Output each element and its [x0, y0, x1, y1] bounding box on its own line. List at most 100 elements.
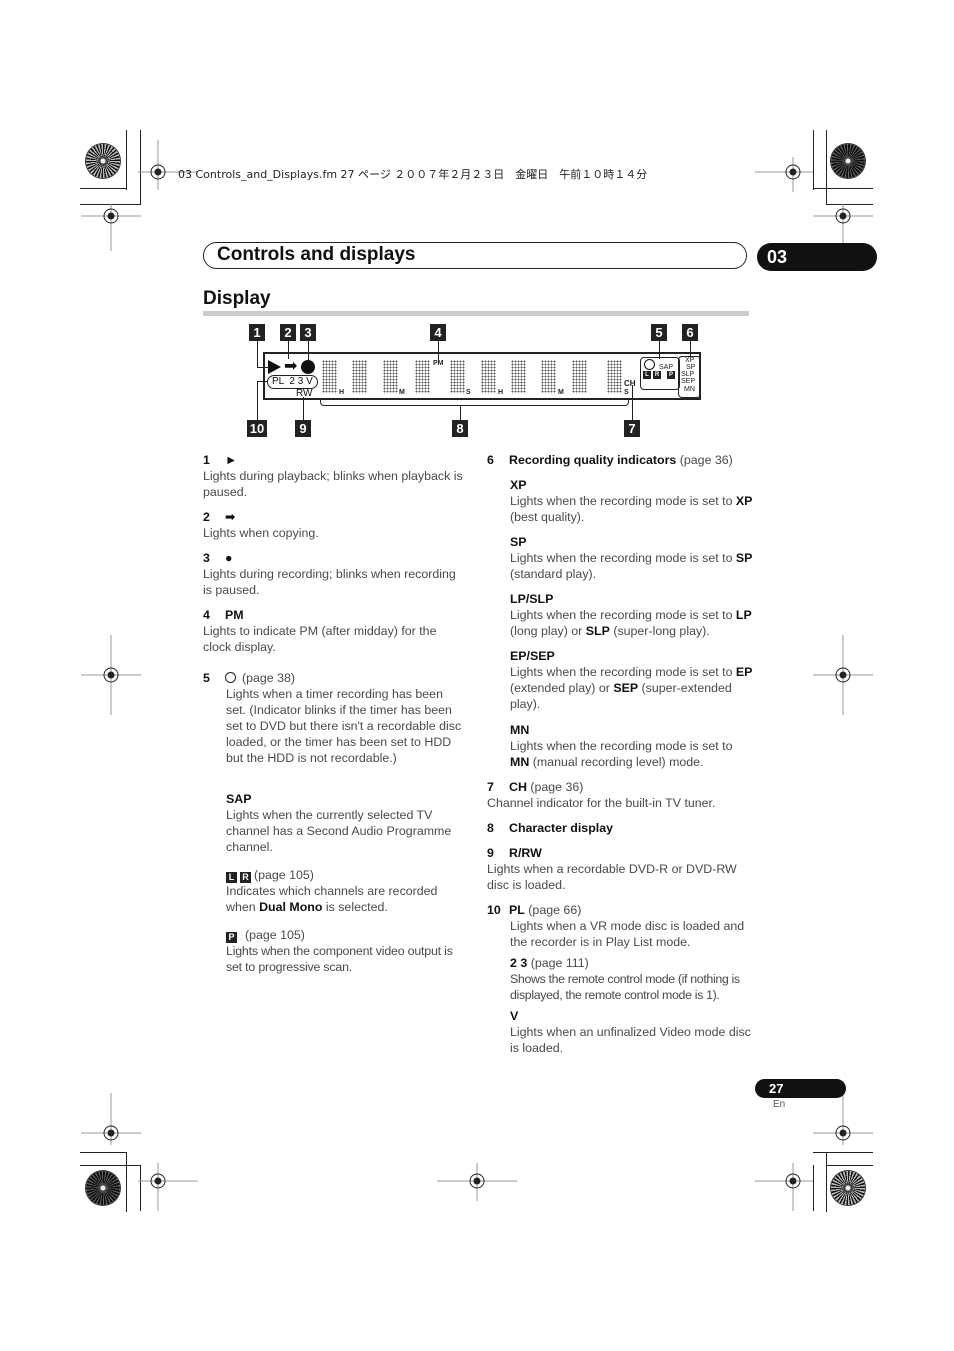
- progressive-icon: P: [667, 371, 675, 379]
- copy-arrow-icon: ➡: [284, 358, 298, 375]
- crosshair-icon: [138, 1163, 198, 1211]
- crop-mark: [80, 1165, 141, 1166]
- leader-line: [257, 341, 258, 368]
- pm-indicator: PM: [433, 360, 444, 367]
- item-8: 8 Character display: [487, 820, 757, 836]
- item-description: Lights when copying.: [203, 526, 319, 540]
- quality-sep: SEP: [681, 378, 696, 385]
- text: Lights when the recording mode is set to: [510, 608, 736, 622]
- item-number: 2: [203, 510, 210, 524]
- digit-sub-label: H: [498, 389, 504, 396]
- quality-mode-lp-slp: LP/SLP Lights when the recording mode is…: [487, 591, 755, 639]
- crosshair-icon: [813, 1093, 873, 1145]
- text: (best quality).: [510, 510, 585, 524]
- crosshair-icon: [437, 1163, 517, 1201]
- r-channel-icon: R: [653, 371, 661, 379]
- item-number: 6: [487, 453, 494, 467]
- item-4: 4 PM Lights to indicate PM (after midday)…: [203, 607, 463, 655]
- callout-4: 4: [430, 324, 446, 341]
- page-reference: (page 111): [530, 956, 589, 970]
- character-digit: [572, 360, 587, 393]
- character-digit: [450, 360, 465, 393]
- mode-title: EP/SEP: [510, 649, 555, 663]
- text: is selected.: [322, 900, 388, 914]
- item-number: 8: [487, 821, 494, 835]
- quality-mode-xp: XP Lights when the recording mode is set…: [487, 477, 755, 525]
- crop-mark: [813, 188, 873, 189]
- item-description: Lights when the currently selected TV ch…: [226, 808, 452, 854]
- crop-mark: [826, 204, 873, 205]
- item-5: 5 (page 38) Lights when a timer recording…: [203, 670, 465, 766]
- item-1: 1 ► Lights during playback; blinks when p…: [203, 452, 463, 500]
- language-code: En: [773, 1099, 786, 1110]
- text: Lights when the recording mode is set to: [510, 665, 736, 679]
- quality-mode-ep-sep: EP/SEP Lights when the recording mode is…: [487, 648, 755, 712]
- item-10-remote-mode: 2 3 (page 111) Shows the remote control …: [487, 955, 755, 1003]
- quality-sp: SP: [686, 364, 696, 371]
- text: (manual recording level) mode.: [529, 755, 704, 769]
- quality-mn: MN: [684, 386, 695, 393]
- page-reference: (page 105): [245, 928, 305, 942]
- crosshair-icon: [755, 1163, 813, 1211]
- item-title: R/RW: [509, 846, 542, 860]
- crop-mark: [80, 188, 127, 189]
- crop-mark: [80, 1152, 127, 1153]
- crosshair-icon: [81, 204, 141, 251]
- item-title: PL: [509, 903, 525, 917]
- item-number: 10: [487, 903, 501, 917]
- crop-mark: [80, 204, 141, 205]
- crop-mark: [826, 1152, 827, 1212]
- quality-slp: SLP: [681, 371, 695, 378]
- crop-mark: [140, 130, 141, 205]
- item-10: 10 PL (page 66) Lights when a VR mode dis…: [487, 902, 755, 950]
- quality-xp: XP: [685, 357, 695, 364]
- quality-mode-mn: MN Lights when the recording mode is set…: [487, 722, 755, 770]
- crop-mark: [826, 130, 827, 205]
- l-channel-icon: L: [226, 872, 237, 883]
- record-indicator-icon: [301, 360, 315, 374]
- crop-mark: [126, 130, 127, 190]
- text: (super-long play).: [609, 624, 710, 638]
- item-description: Channel indicator for the built-in TV tu…: [487, 796, 716, 810]
- item-description: Shows the remote control mode (if nothin…: [510, 972, 740, 1002]
- item-9: 9 R/RW Lights when a recordable DVD-R or …: [487, 845, 757, 893]
- item-description: Lights when a recordable DVD-R or DVD-RW…: [487, 862, 737, 892]
- registration-starburst-top-left: [86, 144, 120, 178]
- mode-term: SLP: [585, 624, 610, 638]
- mode-term: EP: [735, 665, 753, 679]
- leader-line: [257, 381, 258, 420]
- callout-6: 6: [682, 324, 698, 341]
- item-5-lr: L R (page 105) Indicates which channels ar…: [203, 867, 466, 915]
- item-5-sap: SAP Lights when the currently selected T…: [203, 791, 466, 855]
- text: Lights when the recording mode is set to: [510, 739, 733, 753]
- item-number: 7: [487, 780, 494, 794]
- r-channel-icon: R: [240, 872, 251, 883]
- text: (standard play).: [510, 567, 597, 581]
- dual-mono-term: Dual Mono: [259, 900, 323, 914]
- registration-starburst-bottom-right: [831, 1171, 865, 1205]
- l-channel-icon: L: [643, 371, 651, 379]
- mode-title: MN: [510, 723, 530, 737]
- crosshair-icon: [138, 140, 198, 190]
- item-description: Lights to indicate PM (after midday) for…: [203, 624, 437, 654]
- crop-mark: [140, 1165, 141, 1211]
- item-description: Lights when an unfinalized Video mode di…: [510, 1025, 751, 1055]
- item-description: Lights when a timer recording has been s…: [226, 687, 462, 765]
- page-reference: (page 36): [679, 453, 733, 467]
- progressive-icon: P: [226, 932, 237, 943]
- sub-title: 2 3: [510, 956, 528, 970]
- character-digit: [322, 360, 337, 393]
- crop-mark: [826, 1165, 873, 1166]
- character-digit: [415, 360, 430, 393]
- ch-indicator: CH: [624, 379, 636, 388]
- item-title: CH: [509, 780, 527, 794]
- section-title: Display: [203, 288, 271, 309]
- page-reference: (page 36): [530, 780, 584, 794]
- item-10-video-mode: V Lights when an unfinalized Video mode …: [487, 1008, 755, 1056]
- page-reference: (page 105): [254, 868, 314, 882]
- page-reference: (page 66): [528, 903, 582, 917]
- pm-symbol: PM: [225, 608, 244, 622]
- crop-mark: [126, 1152, 127, 1212]
- rw-indicator: RW: [296, 388, 313, 399]
- mode-title: SP: [510, 535, 527, 549]
